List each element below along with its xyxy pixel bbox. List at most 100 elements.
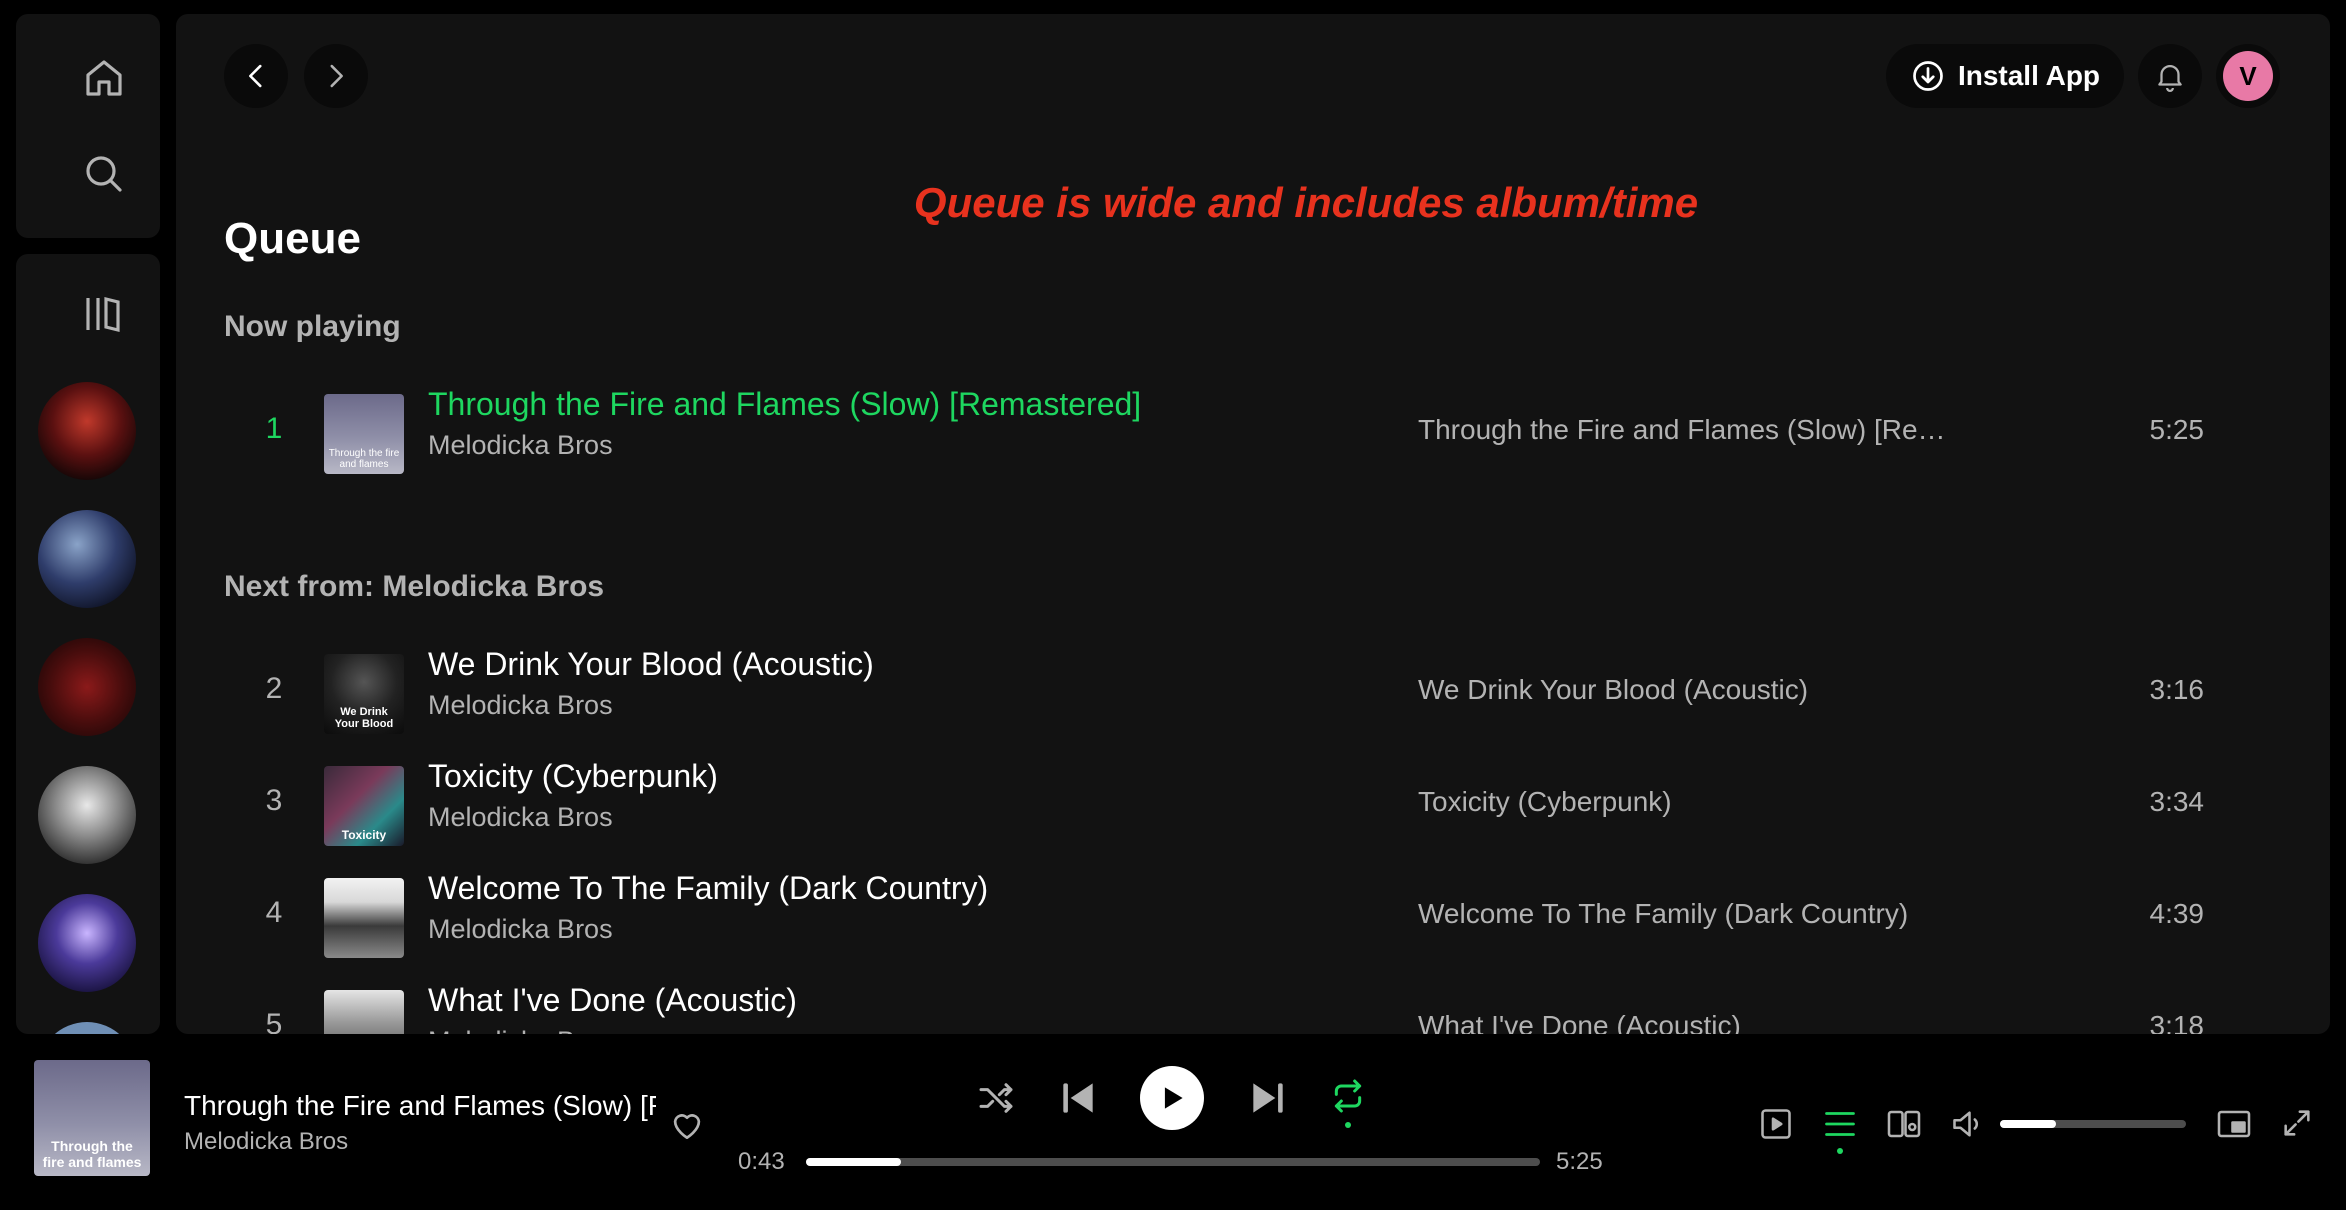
volume-fill (2000, 1120, 2056, 1128)
connect-device-button[interactable] (1886, 1106, 1922, 1142)
track-album[interactable]: We Drink Your Blood (Acoustic) (1418, 674, 1808, 706)
connect-device-icon (1887, 1110, 1921, 1138)
annotation-text: Queue is wide and includes album/time (913, 179, 1699, 226)
repeat-active-dot (1345, 1122, 1351, 1128)
install-app-button[interactable]: Install App (1886, 44, 2124, 108)
search-icon (86, 156, 122, 192)
playback-progress-bar[interactable] (806, 1158, 1540, 1166)
now-playing-view-icon (1761, 1109, 1791, 1139)
fullscreen-button[interactable] (2280, 1106, 2314, 1140)
track-duration: 3:16 (2149, 674, 2205, 705)
user-menu-button[interactable]: V (2216, 44, 2280, 108)
track-duration: 4:39 (2149, 898, 2205, 929)
track-artist[interactable]: Melodicka Bros (428, 914, 613, 945)
track-album[interactable]: Through the Fire and Flames (Slow) [Re… (1418, 414, 1946, 446)
back-button[interactable] (224, 44, 288, 108)
track-artist[interactable]: Melodicka Bros (428, 802, 613, 833)
volume-icon (1953, 1111, 1978, 1137)
cover-caption: Through the fire and flames (42, 1138, 142, 1170)
forward-button[interactable] (304, 44, 368, 108)
track-album[interactable]: Welcome To The Family (Dark Country) (1418, 898, 1908, 930)
install-app-label: Install App (1957, 60, 2101, 91)
track-index: 1 (265, 412, 283, 445)
library-button[interactable] (68, 278, 140, 350)
track-cover: We Drink Your Blood (324, 654, 404, 734)
rail-library (16, 254, 160, 1034)
track-cover: Through the fire and flames (324, 394, 404, 474)
bell-icon (2158, 65, 2182, 92)
previous-button[interactable] (1056, 1076, 1100, 1120)
elapsed-time: 0:43 (738, 1148, 785, 1175)
home-icon (86, 60, 122, 96)
next-from-heading: Next from: Melodicka Bros (224, 570, 605, 603)
track-duration: 5:25 (2149, 414, 2205, 445)
notifications-button[interactable] (2138, 44, 2202, 108)
play-button[interactable] (1140, 1066, 1204, 1130)
player-bar: Through the fire and flames Through the … (0, 1044, 2346, 1210)
track-album[interactable]: What I've Done (Acoustic) (1418, 1010, 1741, 1034)
now-playing-title[interactable]: Through the Fire and Flames (Slow) [Rema… (184, 1090, 656, 1122)
cover-caption: Through the fire and flames (328, 448, 400, 470)
track-artist[interactable]: Melodicka Bros (428, 690, 613, 721)
queue-row[interactable]: 3 Toxicity Toxicity (Cyberpunk) Melodick… (224, 756, 2284, 856)
search-button[interactable] (68, 138, 140, 210)
library-artist-1[interactable] (38, 382, 136, 480)
download-icon (1913, 61, 1943, 91)
queue-icon (1825, 1112, 1855, 1136)
heart-icon (673, 1114, 701, 1140)
page-title: Queue (224, 214, 361, 263)
track-title[interactable]: Toxicity (Cyberpunk) (428, 758, 718, 795)
track-title[interactable]: We Drink Your Blood (Acoustic) (428, 646, 874, 683)
track-title[interactable]: Welcome To The Family (Dark Country) (428, 870, 988, 907)
library-artist-3[interactable] (38, 638, 136, 736)
now-playing-view-button[interactable] (1758, 1106, 1794, 1142)
track-artist[interactable]: Melodicka Bros (428, 430, 613, 461)
previous-icon (1063, 1083, 1093, 1113)
track-cover (324, 878, 404, 958)
fullscreen-icon (2284, 1110, 2310, 1136)
track-index: 4 (265, 896, 283, 929)
progress-fill (806, 1158, 902, 1166)
track-album[interactable]: Toxicity (Cyberpunk) (1418, 786, 1672, 818)
track-index: 3 (265, 784, 283, 817)
now-playing-artist[interactable]: Melodicka Bros (184, 1128, 348, 1156)
queue-row[interactable]: 4 Welcome To The Family (Dark Country) M… (224, 868, 2284, 968)
track-index: 2 (265, 672, 283, 705)
queue-row-now-playing[interactable]: 1 Through the fire and flames Through th… (224, 384, 2284, 484)
repeat-button[interactable] (1328, 1076, 1368, 1116)
rail-nav (16, 14, 160, 238)
library-artist-2[interactable] (38, 510, 136, 608)
queue-row[interactable]: 5 What I've Done (Acoustic) Melodicka Br… (224, 980, 2284, 1034)
cover-caption: We Drink Your Blood (334, 706, 394, 730)
like-button[interactable] (668, 1106, 706, 1144)
shuffle-button[interactable] (976, 1078, 1016, 1118)
library-icon (86, 296, 120, 333)
next-icon (1253, 1083, 1283, 1113)
track-artist[interactable]: Melodicka Bros (428, 1026, 613, 1034)
now-playing-heading: Now playing (224, 310, 401, 343)
track-cover (324, 990, 404, 1034)
miniplayer-button[interactable] (2216, 1106, 2252, 1142)
total-time: 5:25 (1556, 1148, 1603, 1175)
track-title[interactable]: What I've Done (Acoustic) (428, 982, 797, 1019)
cover-caption: Toxicity (341, 828, 387, 842)
forward-icon (330, 64, 343, 88)
library-artist-6[interactable] (38, 1022, 136, 1034)
track-cover: Toxicity (324, 766, 404, 846)
track-index: 5 (265, 1008, 283, 1034)
back-icon (249, 64, 262, 88)
library-artist-5[interactable] (38, 894, 136, 992)
repeat-icon (1334, 1079, 1362, 1113)
shuffle-icon (979, 1083, 1013, 1113)
queue-button[interactable] (1822, 1106, 1858, 1142)
queue-row[interactable]: 2 We Drink Your Blood We Drink Your Bloo… (224, 644, 2284, 744)
track-title[interactable]: Through the Fire and Flames (Slow) [Rema… (428, 386, 1141, 423)
volume-slider[interactable] (2000, 1120, 2186, 1128)
avatar: V (2223, 51, 2273, 101)
next-button[interactable] (1246, 1076, 1290, 1120)
main-panel: Install App V Queue is wide and includes… (176, 14, 2330, 1034)
volume-button[interactable] (1950, 1106, 1986, 1142)
library-artist-4[interactable] (38, 766, 136, 864)
home-button[interactable] (68, 42, 140, 114)
now-playing-cover[interactable]: Through the fire and flames (34, 1060, 150, 1176)
